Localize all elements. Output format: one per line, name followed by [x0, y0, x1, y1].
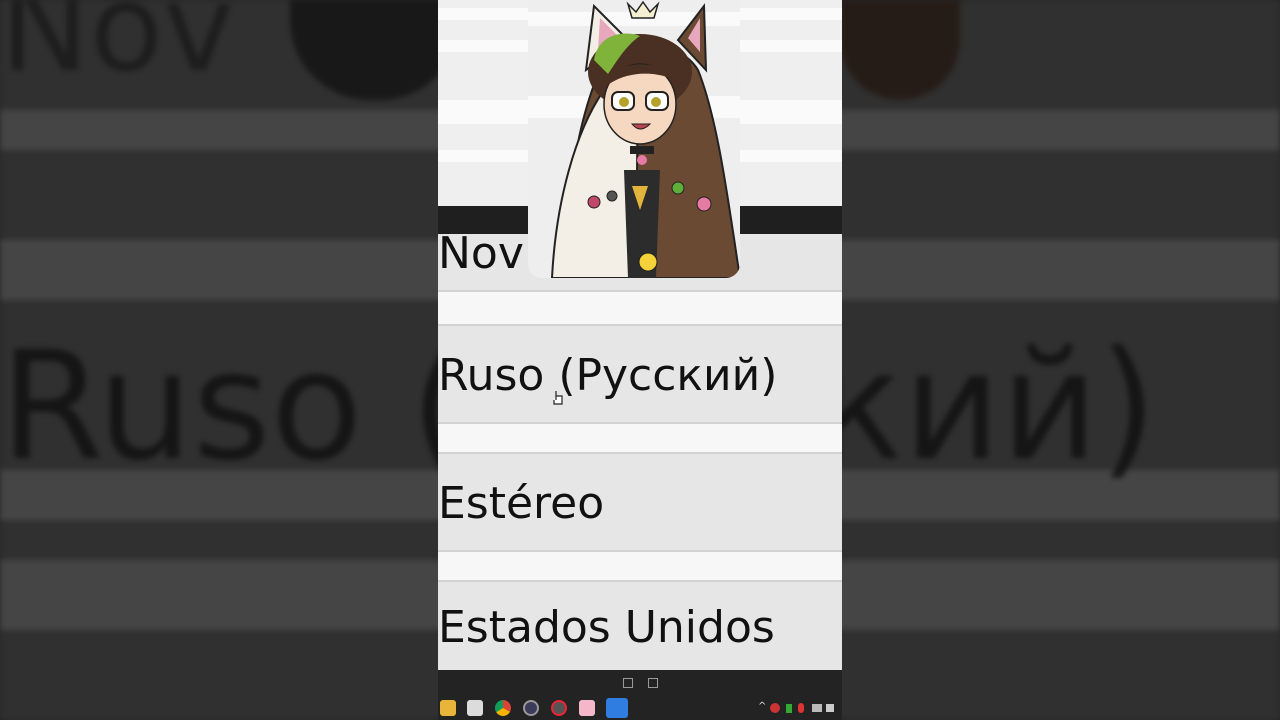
exit-fullscreen-icon[interactable]: [648, 678, 658, 688]
chrome-icon[interactable]: [495, 700, 511, 716]
streamer-avatar: [528, 0, 740, 278]
list-item-label: Nov: [438, 228, 524, 279]
tray-network-icon[interactable]: [812, 704, 822, 712]
avatar-illustration: [528, 0, 740, 278]
list-item-estereo[interactable]: Estéreo: [438, 454, 842, 550]
hand-cursor-icon: [553, 391, 563, 405]
divider: [438, 422, 842, 454]
chevron-up-icon[interactable]: ^: [758, 701, 766, 712]
obs-icon[interactable]: [523, 700, 539, 716]
taskbar: ^: [438, 670, 842, 720]
tray-battery-icon: [786, 704, 792, 713]
tray-volume-icon[interactable]: [826, 704, 834, 712]
file-explorer-icon[interactable]: [440, 700, 456, 716]
store-icon[interactable]: [467, 700, 483, 716]
heart-app-icon[interactable]: [579, 700, 595, 716]
list-item-label: Estados Unidos: [438, 602, 775, 653]
divider: [438, 290, 842, 326]
tray-microphone-icon[interactable]: [798, 703, 804, 713]
fullscreen-icon[interactable]: [623, 678, 633, 688]
list-item-ruso[interactable]: Ruso (Русский): [438, 326, 842, 422]
gear-app-icon[interactable]: [551, 700, 567, 716]
divider: [438, 550, 842, 582]
pen-app-icon[interactable]: [606, 698, 628, 718]
list-item-label: Ruso (Русский): [438, 350, 778, 401]
list-item-estados-unidos[interactable]: Estados Unidos: [438, 582, 842, 670]
list-item-label: Estéreo: [438, 478, 605, 529]
tray-app-icon[interactable]: [770, 703, 780, 713]
